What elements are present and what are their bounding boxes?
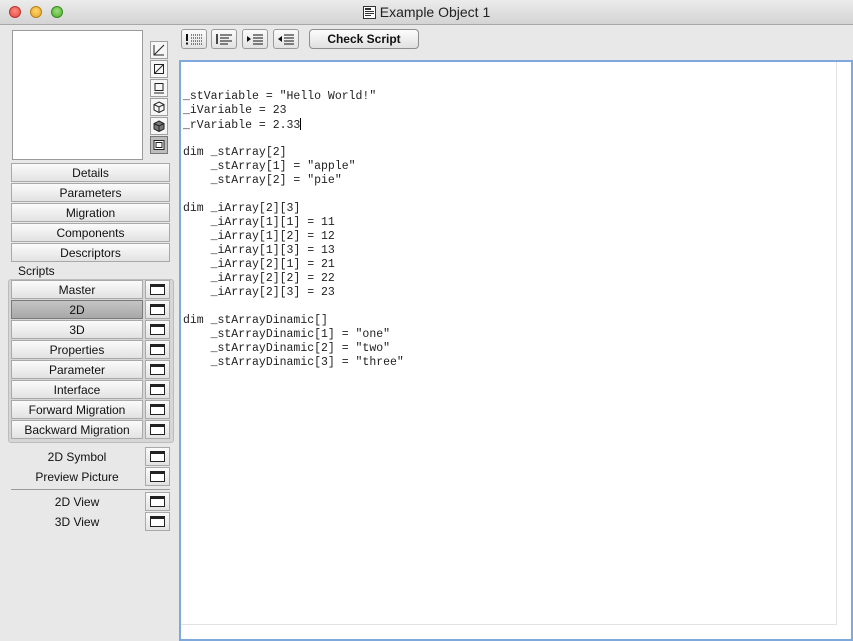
script-properties-open-window-button[interactable] <box>145 340 170 359</box>
outdent-button[interactable] <box>273 29 299 49</box>
migration-button[interactable]: Migration <box>11 203 170 222</box>
script-forward-migration-button[interactable]: Forward Migration <box>11 400 143 419</box>
parameters-button[interactable]: Parameters <box>11 183 170 202</box>
sidebar-divider <box>11 489 170 490</box>
format-list-icon <box>216 34 232 45</box>
script-editor[interactable]: _stVariable = "Hello World!" _iVariable =… <box>179 60 853 641</box>
view-2d-label[interactable]: 2D View <box>11 492 143 511</box>
script-master-open-window-button[interactable] <box>145 280 170 299</box>
code-line: dim _stArray[2] <box>183 146 287 159</box>
window-icon <box>150 324 165 335</box>
script-backward-migration-open-window-button[interactable] <box>145 420 170 439</box>
view-2d-open-window-button[interactable] <box>145 492 170 511</box>
editor-bottom-line <box>181 624 837 625</box>
details-button[interactable]: Details <box>11 163 170 182</box>
window-icon <box>150 424 165 435</box>
monitor-icon[interactable] <box>150 79 168 97</box>
script-forward-migration-open-window-button[interactable] <box>145 400 170 419</box>
code-line: _iArray[2][2] = 22 <box>183 272 335 285</box>
code-line: _stArray[1] = "apple" <box>183 160 356 173</box>
components-button[interactable]: Components <box>11 223 170 242</box>
code-line: _iArray[1][3] = 13 <box>183 244 335 257</box>
window-icon <box>150 284 165 295</box>
window-icon <box>150 304 165 315</box>
code-line: _stArrayDinamic[1] = "one" <box>183 328 391 341</box>
outdent-icon <box>278 34 294 45</box>
edit-line-icon[interactable] <box>150 41 168 59</box>
window-icon <box>150 516 165 527</box>
insert-breakpoint-button[interactable] <box>181 29 207 49</box>
format-list-button[interactable] <box>211 29 237 49</box>
window-title-area: Example Object 1 <box>0 4 853 20</box>
window-icon <box>150 451 165 462</box>
title-bar: Example Object 1 <box>0 0 853 25</box>
code-line: _iArray[1][1] = 11 <box>183 216 335 229</box>
code-line: _iArray[2][1] = 21 <box>183 258 335 271</box>
preview-picture-open-window-button[interactable] <box>145 467 170 486</box>
script-interface-open-window-button[interactable] <box>145 380 170 399</box>
code-line: dim _stArrayDinamic[] <box>183 314 328 327</box>
code-line: _iArray[2][3] = 23 <box>183 286 335 299</box>
script-parameter-open-window-button[interactable] <box>145 360 170 379</box>
window-icon <box>150 404 165 415</box>
code-line: _stArrayDinamic[2] = "two" <box>183 342 391 355</box>
descriptors-button[interactable]: Descriptors <box>11 243 170 262</box>
cube-solid-icon[interactable] <box>150 117 168 135</box>
script-2d-open-window-button[interactable] <box>145 300 170 319</box>
cube-wire-icon[interactable] <box>150 98 168 116</box>
code-line: _stArray[2] = "pie" <box>183 174 342 187</box>
script-backward-migration-button[interactable]: Backward Migration <box>11 420 143 439</box>
window-icon <box>150 384 165 395</box>
window-icon <box>150 471 165 482</box>
app-window: Example Object 1 Details Parameters Migr… <box>0 0 853 641</box>
script-3d-button[interactable]: 3D <box>11 320 143 339</box>
view-3d-open-window-button[interactable] <box>145 512 170 531</box>
view-3d-label[interactable]: 3D View <box>11 512 143 531</box>
code-line: _stArrayDinamic[3] = "three" <box>183 356 404 369</box>
window-icon <box>150 344 165 355</box>
window-title: Example Object 1 <box>379 4 491 20</box>
slash-box-icon[interactable] <box>150 60 168 78</box>
scripts-section-label: Scripts <box>18 264 55 278</box>
preview-picture-label[interactable]: Preview Picture <box>11 467 143 486</box>
code-line: dim _iArray[2][3] <box>183 202 301 215</box>
symbol-2d-label[interactable]: 2D Symbol <box>11 447 143 466</box>
script-parameter-button[interactable]: Parameter <box>11 360 143 379</box>
code-line: _stVariable = "Hello World!" <box>183 90 377 103</box>
indent-button[interactable] <box>242 29 268 49</box>
check-script-button[interactable]: Check Script <box>309 29 419 49</box>
script-interface-button[interactable]: Interface <box>11 380 143 399</box>
indent-icon <box>247 34 263 45</box>
script-2d-button[interactable]: 2D <box>11 300 143 319</box>
text-caret <box>300 118 302 130</box>
symbol-2d-open-window-button[interactable] <box>145 447 170 466</box>
code-text[interactable]: _stVariable = "Hello World!" _iVariable =… <box>183 76 404 370</box>
code-line-with-caret: _rVariable = 2.33 <box>183 118 404 132</box>
editor-margin-line <box>836 62 837 625</box>
object-file-icon <box>362 6 376 19</box>
code-line-text: _rVariable = 2.33 <box>183 119 301 132</box>
insert-breakpoint-icon <box>186 34 202 45</box>
code-line: _iVariable = 23 <box>183 104 287 117</box>
script-3d-open-window-button[interactable] <box>145 320 170 339</box>
object-preview <box>12 30 143 160</box>
script-properties-button[interactable]: Properties <box>11 340 143 359</box>
window-icon <box>150 364 165 375</box>
code-line: _iArray[1][2] = 12 <box>183 230 335 243</box>
film-icon[interactable] <box>150 136 168 154</box>
window-icon <box>150 496 165 507</box>
script-master-button[interactable]: Master <box>11 280 143 299</box>
